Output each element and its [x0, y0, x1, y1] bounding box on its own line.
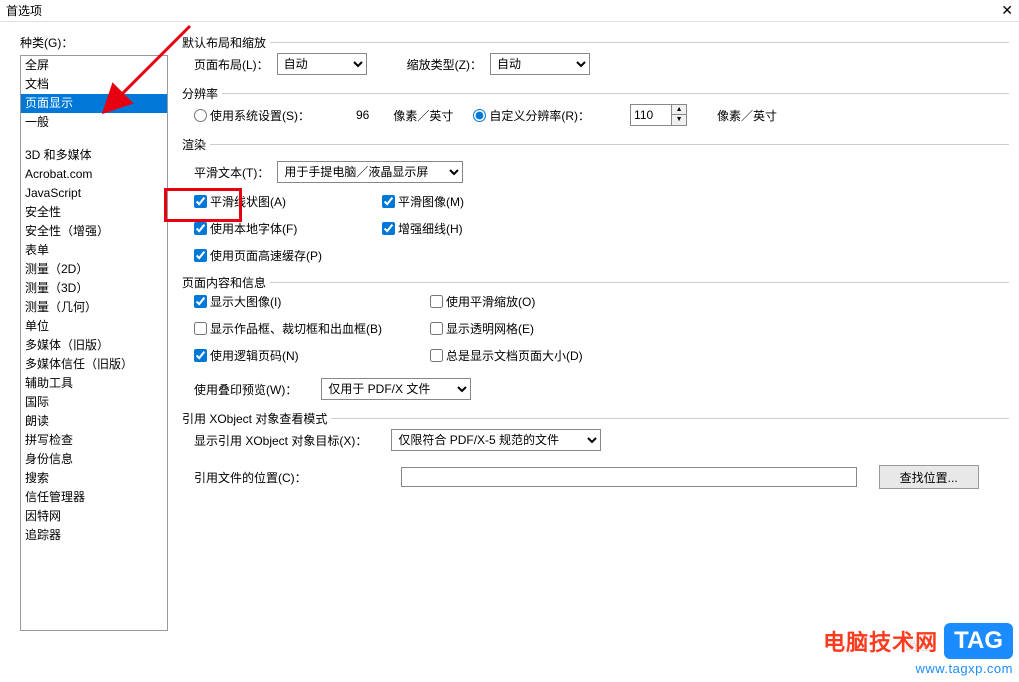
watermark-url: www.tagxp.com: [823, 661, 1013, 676]
browse-button[interactable]: 查找位置...: [879, 465, 979, 489]
category-item[interactable]: 安全性（增强）: [21, 222, 167, 241]
overprint-label: 使用叠印预览(W)：: [194, 381, 297, 398]
category-listbox[interactable]: 全屏文档页面显示一般3D 和多媒体Acrobat.comJavaScript安全…: [20, 55, 168, 631]
section-xobject: 引用 XObject 对象查看模式 显示引用 XObject 对象目标(X)： …: [182, 418, 1009, 503]
xobject-target-select[interactable]: 仅限符合 PDF/X-5 规范的文件: [391, 429, 601, 451]
category-item[interactable]: 单位: [21, 317, 167, 336]
spin-up-icon[interactable]: ▲: [672, 105, 686, 115]
titlebar: 首选项 ✕: [0, 0, 1019, 22]
radio-system-setting[interactable]: 使用系统设置(S)：: [194, 107, 310, 124]
section-title-xobject: 引用 XObject 对象查看模式: [182, 410, 331, 427]
custom-dpi-spinner[interactable]: ▲▼: [630, 104, 687, 126]
category-item[interactable]: 安全性: [21, 203, 167, 222]
custom-dpi-input[interactable]: [630, 104, 672, 126]
page-layout-label: 页面布局(L)：: [194, 56, 269, 73]
category-item[interactable]: 测量（几何）: [21, 298, 167, 317]
chk-enhance-lines[interactable]: 增强细线(H): [382, 220, 464, 237]
category-item[interactable]: 表单: [21, 241, 167, 260]
category-item[interactable]: 一般: [21, 113, 167, 132]
category-item[interactable]: 3D 和多媒体: [21, 146, 167, 165]
category-item[interactable]: 因特网: [21, 507, 167, 526]
chk-local-fonts[interactable]: 使用本地字体(F): [194, 220, 322, 237]
system-dpi-value: 96: [356, 108, 369, 122]
smooth-text-select[interactable]: 用于手提电脑／液晶显示屏: [277, 161, 463, 183]
category-item[interactable]: 全屏: [21, 56, 167, 75]
category-item[interactable]: 测量（3D）: [21, 279, 167, 298]
watermark: 电脑技术网 TAG www.tagxp.com: [823, 623, 1013, 676]
category-item[interactable]: 身份信息: [21, 450, 167, 469]
spin-down-icon[interactable]: ▼: [672, 115, 686, 125]
window-title: 首选项: [6, 2, 42, 19]
zoom-type-label: 缩放类型(Z)：: [407, 56, 482, 73]
section-resolution: 分辨率 使用系统设置(S)： 96 像素／英寸 自定义分辨率(R)： ▲▼ 像素…: [182, 93, 1009, 140]
watermark-tag: TAG: [944, 623, 1013, 659]
custom-dpi-unit: 像素／英寸: [717, 107, 777, 124]
xobject-target-label: 显示引用 XObject 对象目标(X)：: [194, 432, 367, 449]
category-item[interactable]: 页面显示: [21, 94, 167, 113]
system-dpi-unit: 像素／英寸: [393, 107, 453, 124]
category-item[interactable]: 信任管理器: [21, 488, 167, 507]
chk-trans-grid[interactable]: 显示透明网格(E): [430, 320, 583, 337]
category-item[interactable]: 辅助工具: [21, 374, 167, 393]
category-item[interactable]: 多媒体信任（旧版）: [21, 355, 167, 374]
chk-large-images[interactable]: 显示大图像(I): [194, 293, 430, 310]
watermark-text: 电脑技术网: [823, 625, 938, 657]
page-layout-select[interactable]: 自动: [277, 53, 367, 75]
section-rendering: 渲染 平滑文本(T)： 用于手提电脑／液晶显示屏 平滑线状图(A) 使用本地字体…: [182, 144, 1009, 278]
category-item[interactable]: 朗读: [21, 412, 167, 431]
chk-page-cache[interactable]: 使用页面高速缓存(P): [194, 247, 322, 264]
smooth-text-label: 平滑文本(T)：: [194, 164, 269, 181]
section-content: 页面内容和信息 显示大图像(I) 显示作品框、裁切框和出血框(B) 使用逻辑页码…: [182, 282, 1009, 414]
category-item[interactable]: 文档: [21, 75, 167, 94]
overprint-select[interactable]: 仅用于 PDF/X 文件: [321, 378, 471, 400]
xobject-location-label: 引用文件的位置(C)：: [194, 469, 307, 486]
chk-show-boxes[interactable]: 显示作品框、裁切框和出血框(B): [194, 320, 430, 337]
section-layout: 默认布局和缩放 页面布局(L)： 自动 缩放类型(Z)： 自动: [182, 42, 1009, 89]
xobject-location-input[interactable]: [401, 467, 857, 487]
close-icon[interactable]: ✕: [1001, 2, 1013, 19]
chk-smooth-image[interactable]: 平滑图像(M): [382, 193, 464, 210]
chk-smooth-zoom[interactable]: 使用平滑缩放(O): [430, 293, 583, 310]
chk-always-size[interactable]: 总是显示文档页面大小(D): [430, 347, 583, 364]
category-item[interactable]: 多媒体（旧版）: [21, 336, 167, 355]
category-item[interactable]: JavaScript: [21, 184, 167, 203]
section-title-rendering: 渲染: [182, 136, 210, 153]
section-title-resolution: 分辨率: [182, 85, 222, 102]
category-item[interactable]: 搜索: [21, 469, 167, 488]
chk-smooth-line[interactable]: 平滑线状图(A): [194, 193, 322, 210]
category-item[interactable]: Acrobat.com: [21, 165, 167, 184]
zoom-type-select[interactable]: 自动: [490, 53, 590, 75]
category-item[interactable]: 追踪器: [21, 526, 167, 545]
category-item[interactable]: 测量（2D）: [21, 260, 167, 279]
radio-custom-resolution[interactable]: 自定义分辨率(R)：: [473, 107, 590, 124]
chk-logical-page[interactable]: 使用逻辑页码(N): [194, 347, 430, 364]
category-label: 种类(G)：: [20, 34, 168, 51]
category-item[interactable]: 拼写检查: [21, 431, 167, 450]
section-title-content: 页面内容和信息: [182, 274, 270, 291]
section-title-layout: 默认布局和缩放: [182, 34, 270, 51]
category-item[interactable]: 国际: [21, 393, 167, 412]
